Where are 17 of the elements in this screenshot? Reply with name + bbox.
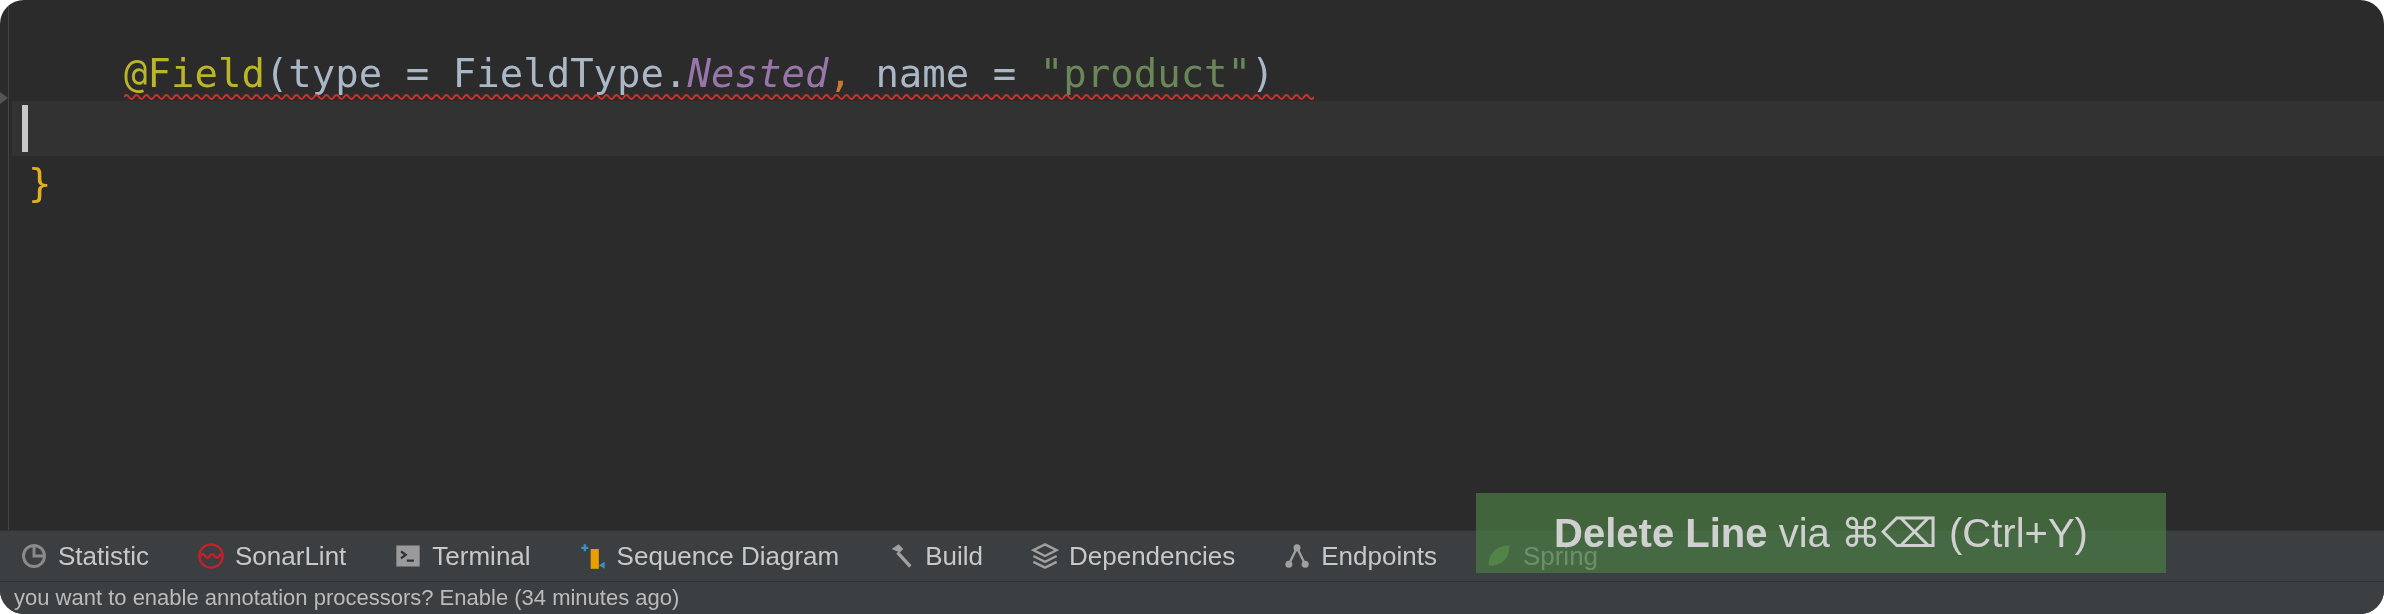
code-line: @Field(type = FieldType.Nested, name = "product") xyxy=(12,46,2384,101)
tool-window-button[interactable]: SonarLint xyxy=(197,540,347,572)
sequence-diagram-icon xyxy=(578,542,607,570)
tool-window-button[interactable]: Build xyxy=(887,540,983,572)
nodes-icon xyxy=(1283,542,1312,570)
tool-window-button[interactable]: Dependencies xyxy=(1031,540,1236,572)
fold-marker-icon xyxy=(0,92,10,104)
tool-window-button[interactable]: Statistic xyxy=(20,540,150,572)
tool-window-button[interactable]: Sequence Diagram xyxy=(578,540,840,572)
status-message: you want to enable annotation processors? Enable (34 minutes ago) xyxy=(13,585,681,611)
tool-window-button[interactable]: Terminal xyxy=(394,540,531,572)
tool-window-button[interactable]: Endpoints xyxy=(1283,540,1437,572)
wave-circle-icon xyxy=(197,542,226,570)
code-line: } xyxy=(27,160,53,208)
text-caret xyxy=(22,105,28,152)
layers-icon xyxy=(1031,542,1059,570)
pie-chart-icon xyxy=(20,542,48,570)
